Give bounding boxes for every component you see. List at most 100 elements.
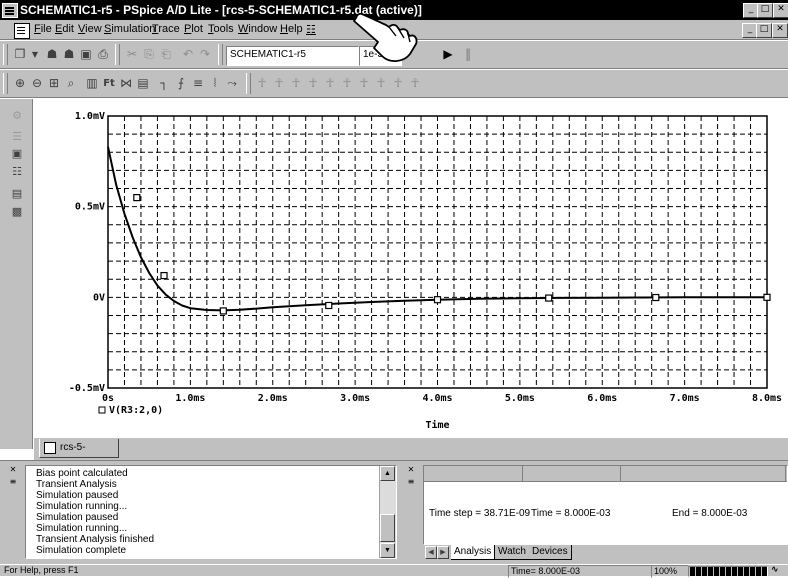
pause-icon[interactable]: ‖ [460, 47, 476, 62]
tab-nav-right-button[interactable]: ▶ [437, 546, 449, 559]
fourier-icon[interactable]: Ft [101, 76, 117, 91]
mark-data-points-icon[interactable]: ☥ [407, 76, 423, 91]
run-simulation-icon[interactable]: ☰ [10, 130, 24, 144]
x-axis-label: Time [425, 419, 449, 431]
prev-transition-icon[interactable]: ☥ [390, 76, 406, 91]
open-icon[interactable]: ☗ [44, 47, 60, 62]
progress-segment [720, 567, 725, 576]
output-line: Simulation running... [36, 523, 128, 534]
zoom-fit-icon[interactable]: ⌕ [63, 76, 79, 91]
display-icon[interactable]: ▩ [10, 205, 24, 219]
performance-icon[interactable]: ⋈ [118, 76, 134, 91]
simulation-output-window[interactable]: Bias point calculated Transient Analysis… [25, 465, 397, 559]
cursor-slope-icon[interactable]: ☥ [288, 76, 304, 91]
undo-icon[interactable]: ↶ [180, 47, 196, 62]
close-status-icon[interactable]: ✕ [406, 465, 416, 475]
menu-simulation[interactable]: Simulation [104, 23, 155, 35]
log-y-icon[interactable]: ▤ [135, 76, 151, 91]
app-icon[interactable] [2, 3, 18, 18]
toggle-cursor-icon[interactable]: ⦚ [207, 76, 223, 91]
zoom-area-icon[interactable]: ⊞ [46, 76, 62, 91]
cursor-point-icon[interactable]: ☥ [339, 76, 355, 91]
scroll-up-button[interactable]: ▲ [380, 466, 395, 481]
sheet-tab-bar: rcs-5-SCHE... [34, 438, 788, 471]
simulation-profile-combo[interactable]: SCHEMATIC1-r5 [226, 46, 359, 66]
scroll-down-button[interactable]: ▼ [380, 543, 395, 558]
cursor-trough-icon[interactable]: ☥ [271, 76, 287, 91]
toolbar-grip[interactable] [3, 44, 8, 65]
add-trace-icon[interactable]: ┐ [156, 76, 172, 91]
tab-devices[interactable]: Devices [529, 545, 572, 560]
close-output-icon[interactable]: ✕ [8, 465, 18, 475]
menu-window[interactable]: Window [238, 23, 277, 35]
view-netlist-icon[interactable]: ☷ [10, 165, 24, 179]
close-button[interactable]: ✕ [773, 3, 788, 18]
x-tick-label: 8.0ms [752, 393, 782, 404]
doc-close-button[interactable]: ✕ [772, 23, 788, 38]
status-tab-bar: ◀ ▶ Analysis Watch Devices [423, 545, 788, 561]
output-line: Simulation paused [36, 490, 119, 501]
time-value: Time = 8.000E-03 [531, 508, 611, 519]
legend-marker [98, 406, 106, 414]
restore-button[interactable]: □ [757, 3, 773, 18]
menu-file[interactable]: File [34, 23, 52, 35]
tab-watch[interactable]: Watch [495, 545, 530, 560]
document-icon[interactable] [14, 23, 30, 39]
next-transition-icon[interactable]: ☥ [373, 76, 389, 91]
end-time-value: End = 8.000E-03 [672, 508, 748, 519]
trace-marker [763, 293, 771, 301]
menu-help[interactable]: Help [280, 23, 303, 35]
cursor-search-icon[interactable]: ☥ [356, 76, 372, 91]
float-status-icon[interactable]: ≡ [406, 477, 416, 487]
menu-trace[interactable]: Trace [152, 23, 180, 35]
context-help-icon[interactable]: ☷ [306, 23, 316, 36]
menu-plot[interactable]: Plot [184, 23, 203, 35]
redo-icon[interactable]: ↷ [197, 47, 213, 62]
run-icon[interactable]: ▶ [440, 47, 456, 62]
toolbar-grip[interactable] [3, 73, 8, 94]
x-tick-label: 5.0ms [505, 393, 535, 404]
new-icon[interactable]: ❐ [12, 47, 28, 62]
float-output-icon[interactable]: ≡ [8, 477, 18, 487]
progress-segment [702, 567, 707, 576]
copy-icon[interactable]: ⎘ [141, 47, 157, 62]
print-icon[interactable]: ⎙ [95, 47, 111, 62]
view-output-icon[interactable]: ▣ [10, 147, 24, 161]
menu-tools[interactable]: Tools [208, 23, 234, 35]
menu-view[interactable]: View [78, 23, 102, 35]
simulation-settings-icon[interactable]: ⚙ [10, 109, 24, 123]
zoom-in-icon[interactable]: ⊕ [12, 76, 28, 91]
mark-label-icon[interactable]: ⤳ [224, 76, 240, 91]
simulation-status-window: Time step = 38.71E-09 Time = 8.000E-03 E… [423, 465, 788, 545]
save-icon[interactable]: ▣ [78, 47, 94, 62]
add-plot-icon[interactable]: ≡ [190, 76, 206, 91]
scroll-thumb[interactable] [380, 514, 395, 542]
cursor-peak-icon[interactable]: ☥ [254, 76, 270, 91]
status-header-cell [522, 466, 621, 481]
output-scrollbar[interactable]: ▲ ▼ [379, 466, 396, 558]
sheet-tab[interactable]: rcs-5-SCHE... [39, 439, 119, 471]
y-tick-label: 0V [93, 292, 105, 303]
cursor-min-icon[interactable]: ☥ [305, 76, 321, 91]
y-tick-label: 0.5mV [75, 202, 105, 213]
menu-edit[interactable]: Edit [55, 23, 74, 35]
transient-plot[interactable]: 0s 1.0ms 2.0ms 3.0ms 4.0ms 5.0ms 6.0ms 7.0ms 8.0… [34, 99, 788, 439]
log-x-icon[interactable]: ▥ [84, 76, 100, 91]
status-header-cell [620, 466, 786, 481]
plot-window[interactable]: 0s 1.0ms 2.0ms 3.0ms 4.0ms 5.0ms 6.0ms 7.0ms 8.0… [34, 99, 788, 439]
chevron-down-icon[interactable]: ▼ [27, 47, 43, 62]
cursor-max-icon[interactable]: ☥ [322, 76, 338, 91]
zoom-out-icon[interactable]: ⊖ [29, 76, 45, 91]
paste-icon[interactable]: ⎗ [158, 47, 174, 62]
eval-measurement-icon[interactable]: ⨍ [173, 76, 189, 91]
tab-nav-left-button[interactable]: ◀ [425, 546, 437, 559]
trace-marker [325, 301, 333, 310]
left-toolbar: ⚙ ☰ ▣ ☷ ▤ ▩ [0, 99, 33, 449]
tab-analysis[interactable]: Analysis [451, 545, 496, 560]
cut-icon[interactable]: ✂ [124, 47, 140, 62]
window-list-icon[interactable]: ▤ [10, 187, 24, 201]
hand-cursor-icon [353, 12, 418, 62]
doc-restore-button[interactable]: □ [756, 23, 772, 38]
progress-segment [738, 567, 743, 576]
open-folder-icon[interactable]: ☗ [61, 47, 77, 62]
